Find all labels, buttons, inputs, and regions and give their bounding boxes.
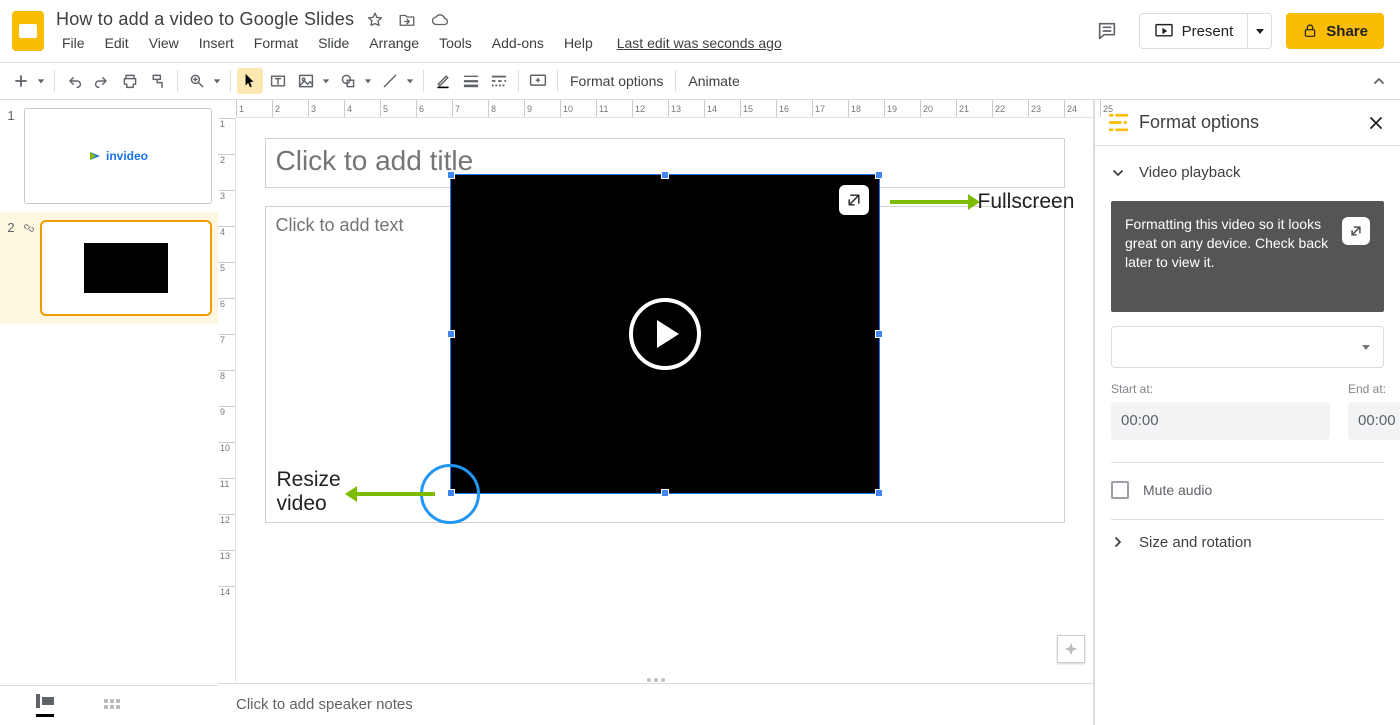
resize-handle-ne[interactable] [875, 171, 883, 179]
menu-addons[interactable]: Add-ons [484, 33, 552, 53]
move-icon[interactable] [398, 11, 416, 29]
border-dash-button[interactable] [486, 68, 512, 94]
end-at-input[interactable] [1348, 402, 1400, 440]
explore-button[interactable] [1057, 635, 1085, 663]
close-panel-icon[interactable] [1368, 115, 1384, 131]
collapse-toolbar-button[interactable] [1366, 68, 1392, 94]
menu-file[interactable]: File [54, 33, 93, 53]
line-tool[interactable] [377, 68, 417, 94]
mute-audio-row[interactable]: Mute audio [1111, 462, 1384, 499]
video-playback-section[interactable]: Video playback [1111, 158, 1384, 187]
menu-view[interactable]: View [141, 33, 187, 53]
paint-format-button[interactable] [145, 68, 171, 94]
chevron-right-icon [1111, 535, 1125, 549]
textbox-tool[interactable] [265, 68, 291, 94]
fullscreen-arrow [890, 200, 970, 204]
border-weight-button[interactable] [458, 68, 484, 94]
zoom-button[interactable] [184, 68, 224, 94]
resize-arrow [355, 492, 435, 496]
slides-app-logo[interactable] [6, 9, 50, 53]
slides-filmstrip[interactable]: 1 invideo 2 [0, 100, 218, 725]
vertical-ruler: 1234567891011121314 [218, 118, 236, 683]
image-tool[interactable] [293, 68, 333, 94]
fullscreen-icon[interactable] [839, 185, 869, 215]
end-at-label: End at: [1348, 382, 1400, 396]
resize-handle-n[interactable] [661, 171, 669, 179]
fullscreen-label: Fullscreen [978, 190, 1075, 214]
mute-audio-checkbox[interactable] [1111, 481, 1129, 499]
doc-name[interactable]: How to add a video to Google Slides [54, 9, 354, 30]
play-icon[interactable] [629, 298, 701, 370]
slide-canvas[interactable]: Click to add title Click to add text [265, 138, 1065, 598]
open-new-icon[interactable] [1342, 217, 1370, 245]
menu-edit[interactable]: Edit [97, 33, 137, 53]
select-tool[interactable] [237, 68, 263, 94]
speaker-notes[interactable]: Click to add speaker notes [218, 683, 1093, 725]
size-rotation-section[interactable]: Size and rotation [1111, 519, 1384, 551]
slide-thumb-1[interactable]: 1 invideo [0, 100, 218, 212]
resize-handle-nw[interactable] [447, 171, 455, 179]
comments-icon[interactable] [1089, 13, 1125, 49]
resize-handle-w[interactable] [447, 330, 455, 338]
horizontal-ruler: 1234567891011121314151617181920212223242… [236, 100, 1093, 118]
share-label: Share [1326, 23, 1368, 40]
shape-tool[interactable] [335, 68, 375, 94]
cloud-saved-icon[interactable] [430, 11, 450, 29]
thumb-video-placeholder [84, 243, 168, 293]
grid-view-icon[interactable] [104, 699, 120, 713]
menu-tools[interactable]: Tools [431, 33, 480, 53]
chevron-down-icon [1111, 166, 1125, 180]
start-at-label: Start at: [1111, 382, 1330, 396]
slide-thumb-2[interactable]: 2 [0, 212, 218, 324]
menu-arrange[interactable]: Arrange [361, 33, 427, 53]
share-button[interactable]: Share [1286, 13, 1384, 49]
link-indicator-icon [24, 220, 34, 316]
menu-slide[interactable]: Slide [310, 33, 357, 53]
playback-mode-select[interactable] [1111, 326, 1384, 368]
invideo-logo: invideo [88, 149, 148, 163]
new-slide-button[interactable] [8, 68, 48, 94]
last-edit-link[interactable]: Last edit was seconds ago [609, 33, 790, 53]
menu-help[interactable]: Help [556, 33, 601, 53]
format-options-panel: Format options Video playback Formatting… [1094, 100, 1400, 725]
pane-resize-grip[interactable] [647, 678, 665, 682]
animate-tool[interactable]: Animate [682, 73, 745, 89]
video-preview-box: Formatting this video so it looks great … [1111, 201, 1384, 312]
menu-insert[interactable]: Insert [191, 33, 242, 53]
present-dropdown[interactable] [1247, 14, 1271, 48]
print-button[interactable] [117, 68, 143, 94]
resize-label: Resize video [277, 468, 341, 516]
resize-handle-s[interactable] [661, 489, 669, 497]
present-label: Present [1182, 23, 1234, 40]
start-at-input[interactable] [1111, 402, 1330, 440]
insert-comment-button[interactable] [525, 68, 551, 94]
video-element[interactable] [450, 174, 880, 494]
filmstrip-view-icon[interactable] [36, 694, 54, 717]
star-icon[interactable] [366, 11, 384, 29]
present-button[interactable]: Present [1140, 14, 1248, 48]
format-options-tool[interactable]: Format options [564, 73, 669, 89]
side-panel-title: Format options [1139, 112, 1358, 133]
menu-format[interactable]: Format [246, 33, 306, 53]
border-color-button[interactable] [430, 68, 456, 94]
redo-button[interactable] [89, 68, 115, 94]
resize-handle-se[interactable] [875, 489, 883, 497]
undo-button[interactable] [61, 68, 87, 94]
resize-handle-e[interactable] [875, 330, 883, 338]
